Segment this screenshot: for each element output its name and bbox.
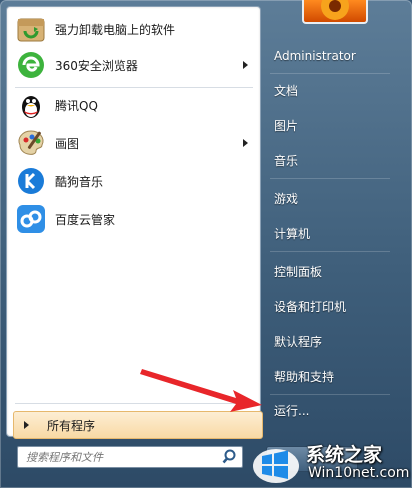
program-item-paint[interactable]: 画图 (11, 125, 256, 161)
search-input[interactable] (18, 447, 220, 467)
right-item-label: 默认程序 (274, 334, 323, 349)
right-item-help-support[interactable]: 帮助和支持 (266, 362, 398, 390)
program-item-kugou[interactable]: 酷狗音乐 (11, 163, 256, 199)
search-box[interactable] (17, 446, 243, 468)
program-label: 画图 (55, 136, 80, 151)
program-item-uninstaller[interactable]: 强力卸载电脑上的软件 (11, 11, 256, 47)
right-item-pictures[interactable]: 图片 (266, 111, 398, 139)
right-item-control-panel[interactable]: 控制面板 (266, 257, 398, 285)
kugou-music-icon (15, 165, 47, 197)
right-item-computer[interactable]: 计算机 (266, 219, 398, 247)
user-picture[interactable] (302, 0, 368, 24)
right-item-label: 音乐 (274, 153, 299, 168)
right-item-label: 设备和打印机 (274, 299, 347, 314)
all-programs-label: 所有程序 (47, 418, 96, 433)
right-item-label: 文档 (274, 83, 299, 98)
right-item-label: 游戏 (274, 191, 299, 206)
right-item-label: 图片 (274, 118, 299, 133)
watermark-site: Win10net.com (308, 465, 410, 481)
submenu-arrow-icon[interactable] (243, 139, 248, 147)
program-label: 强力卸载电脑上的软件 (55, 22, 176, 37)
divider (270, 251, 390, 252)
right-item-label: Administrator (274, 49, 356, 63)
baidu-cloud-icon (15, 203, 47, 235)
right-item-administrator[interactable]: Administrator (266, 42, 398, 70)
divider (270, 73, 390, 74)
submenu-arrow-icon[interactable] (243, 61, 248, 69)
divider (270, 394, 390, 395)
divider (15, 403, 253, 404)
pinned-programs-pane: 强力卸载电脑上的软件 360安全浏览器 腾讯QQ 画图 酷狗音乐 百度云管家 所… (6, 6, 263, 439)
paint-palette-icon (15, 127, 47, 159)
program-item-360-browser[interactable]: 360安全浏览器 (11, 47, 256, 83)
program-label: 百度云管家 (55, 212, 116, 227)
program-label: 酷狗音乐 (55, 174, 104, 189)
program-item-qq[interactable]: 腾讯QQ (11, 87, 256, 123)
all-programs-button[interactable]: 所有程序 (13, 411, 263, 439)
360-browser-icon (15, 49, 47, 81)
right-item-devices-printers[interactable]: 设备和打印机 (266, 292, 398, 320)
windows-logo-icon (253, 449, 299, 483)
watermark-title: 系统之家 (306, 444, 383, 466)
divider (270, 178, 390, 179)
right-item-run[interactable]: 运行... (266, 396, 398, 424)
search-icon[interactable] (220, 447, 242, 467)
program-label: 360安全浏览器 (55, 58, 138, 73)
qq-penguin-icon (15, 89, 47, 121)
uninstaller-box-icon (15, 13, 47, 45)
right-item-documents[interactable]: 文档 (266, 76, 398, 104)
program-item-baidu-cloud[interactable]: 百度云管家 (11, 201, 256, 237)
expand-arrow-icon (24, 421, 29, 429)
right-item-games[interactable]: 游戏 (266, 184, 398, 212)
program-label: 腾讯QQ (55, 98, 98, 113)
right-item-default-programs[interactable]: 默认程序 (266, 327, 398, 355)
start-menu: 强力卸载电脑上的软件 360安全浏览器 腾讯QQ 画图 酷狗音乐 百度云管家 所… (0, 0, 412, 488)
watermark: 系统之家 Win10net.com (248, 440, 412, 488)
right-item-music[interactable]: 音乐 (266, 146, 398, 174)
right-item-label: 控制面板 (274, 264, 323, 279)
right-item-label: 计算机 (274, 226, 311, 241)
right-item-label: 运行... (274, 403, 310, 418)
right-item-label: 帮助和支持 (274, 369, 335, 384)
